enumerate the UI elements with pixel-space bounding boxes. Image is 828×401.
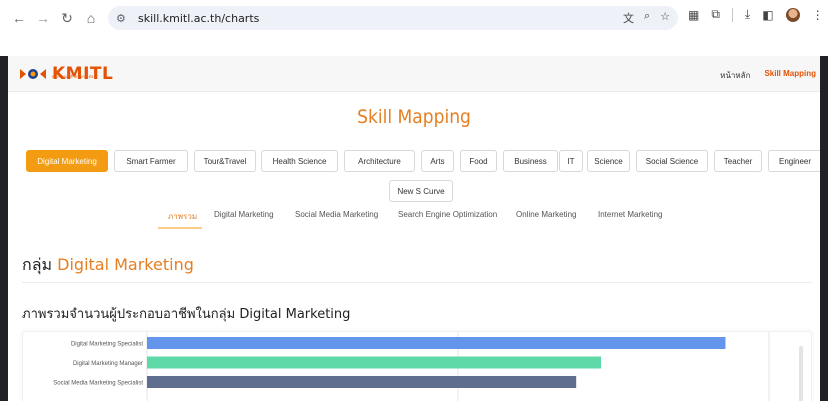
address-bar[interactable]: ⚙ skill.kmitl.ac.th/charts 文 ⌕ ☆	[108, 6, 678, 30]
logo-subtext: พระจอมเกล้าลาดกระบัง	[52, 74, 94, 79]
group-title-name: Digital Marketing	[57, 255, 194, 274]
browser-toolbar: ← → ↻ ⌂ ⚙ skill.kmitl.ac.th/charts 文 ⌕ ☆…	[0, 0, 828, 36]
group-title-prefix: กลุ่ม	[22, 255, 53, 274]
tab-search-engine-optimization[interactable]: Search Engine Optimization	[398, 210, 497, 219]
category-chip-social-science[interactable]: Social Science	[636, 150, 708, 172]
tab-digital-marketing[interactable]: Digital Marketing	[214, 210, 274, 219]
category-chip-it[interactable]: IT	[559, 150, 583, 172]
nav-skill-mapping-link[interactable]: Skill Mapping	[764, 69, 816, 82]
section-title: ภาพรวมจำนวนผู้ประกอบอาชีพในกลุ่ม Digital…	[22, 307, 351, 322]
tab-online-marketing[interactable]: Online Marketing	[516, 210, 576, 219]
toolbar-divider	[731, 7, 733, 22]
bookmark-star-icon[interactable]: ☆	[660, 10, 670, 26]
media-icon[interactable]: ▦	[688, 8, 699, 22]
extensions-icon[interactable]: ⧉	[711, 7, 720, 22]
url-text: skill.kmitl.ac.th/charts	[138, 11, 260, 25]
chart-bar[interactable]	[147, 356, 602, 369]
category-chip-engineer[interactable]: Engineer	[768, 150, 820, 172]
group-title: กลุ่ม Digital Marketing	[22, 253, 194, 278]
back-icon[interactable]: ←	[8, 7, 30, 29]
kmitl-emblem-icon	[20, 69, 46, 79]
category-chip-business[interactable]: Business	[503, 150, 558, 172]
zoom-icon[interactable]: ⌕	[644, 10, 650, 26]
category-chip-health-science[interactable]: Health Science	[261, 150, 338, 172]
chart-category-label: Digital Marketing Specialist	[71, 342, 143, 348]
active-tab-indicator	[158, 227, 202, 229]
occupation-chart-card: Digital Marketing Specialist Digital Mark…	[22, 331, 812, 401]
chart-bar[interactable]	[147, 337, 726, 349]
category-chip-science[interactable]: Science	[587, 150, 630, 172]
category-chip-architecture[interactable]: Architecture	[344, 150, 415, 172]
chart-bar[interactable]	[147, 376, 577, 388]
tab-overview[interactable]: ภาพรวม	[168, 210, 197, 223]
nav-home-link[interactable]: หน้าหลัก	[720, 69, 750, 82]
tab-social-media-marketing[interactable]: Social Media Marketing	[295, 210, 378, 219]
divider	[22, 282, 812, 283]
category-chip-new-s-curve[interactable]: New S Curve	[389, 180, 453, 202]
site-header: KMITL พระจอมเกล้าลาดกระบัง หน้าหลัก Skil…	[8, 56, 820, 92]
bookmarks-strip	[0, 36, 828, 56]
occupation-bar-chart: Digital Marketing Specialist Digital Mark…	[53, 332, 770, 401]
tab-internet-marketing[interactable]: Internet Marketing	[598, 210, 662, 219]
page-title: Skill Mapping	[357, 106, 471, 128]
subcategory-tabs: ภาพรวม Digital Marketing Social Media Mark…	[8, 210, 820, 230]
category-chip-food[interactable]: Food	[460, 150, 497, 172]
side-panel-icon[interactable]: ◧	[762, 8, 773, 22]
translate-icon[interactable]: 文	[623, 10, 634, 26]
category-chip-digital-marketing[interactable]: Digital Marketing	[26, 150, 108, 172]
category-chip-teacher[interactable]: Teacher	[714, 150, 762, 172]
chart-category-label: Social Media Marketing Specialist	[53, 381, 143, 387]
category-chip-arts[interactable]: Arts	[421, 150, 454, 172]
reload-icon[interactable]: ↻	[56, 7, 78, 29]
home-icon[interactable]: ⌂	[80, 7, 102, 29]
download-icon[interactable]: ⤓	[745, 7, 750, 22]
browser-window: ← → ↻ ⌂ ⚙ skill.kmitl.ac.th/charts 文 ⌕ ☆…	[0, 0, 828, 401]
chart-category-label: Digital Marketing Manager	[73, 361, 143, 367]
forward-icon[interactable]: →	[32, 7, 54, 29]
chart-scrollbar[interactable]	[799, 346, 803, 401]
menu-icon[interactable]: ⋮	[812, 8, 824, 22]
site-info-icon[interactable]: ⚙	[116, 12, 130, 25]
profile-avatar[interactable]	[785, 7, 800, 22]
web-page: KMITL พระจอมเกล้าลาดกระบัง หน้าหลัก Skil…	[8, 56, 820, 401]
category-chip-smart-farmer[interactable]: Smart Farmer	[114, 150, 188, 172]
category-chip-tour-travel[interactable]: Tour&Travel	[194, 150, 256, 172]
